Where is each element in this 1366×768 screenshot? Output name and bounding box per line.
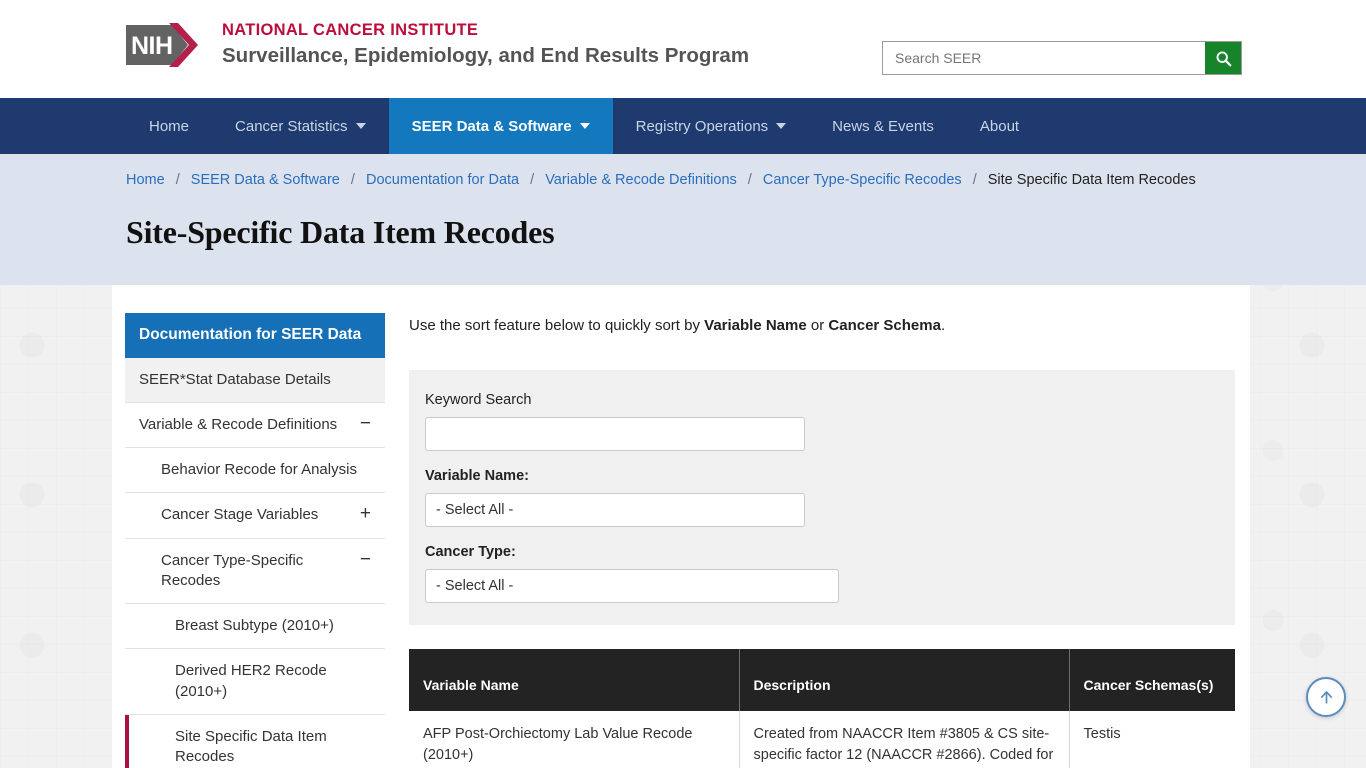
svg-text:NIH: NIH [131,32,173,60]
breadcrumb-item-variable-recode-definitions[interactable]: Variable & Recode Definitions [545,172,737,188]
nav-label: Registry Operations [635,117,769,135]
cancer-type-selected-value: - Select All - [436,577,514,594]
chevron-down-icon [355,123,366,129]
nav-item-home[interactable]: Home [126,98,212,154]
sidebar-item-label: Site Specific Data Item Recodes [175,727,327,766]
recodes-table: Variable Name Description Cancer Schemas… [409,648,1235,768]
table-row: AFP Post-Orchiectomy Lab Value Recode (2… [409,710,1235,768]
breadcrumb-item-documentation-for-data[interactable]: Documentation for Data [366,172,519,188]
chevron-down-icon [776,123,787,129]
sidebar-item-seerstat-database-details[interactable]: SEER*Stat Database Details [125,357,385,403]
documentation-sidebar: Documentation for SEER Data SEER*Stat Da… [125,313,385,768]
org-name: NATIONAL CANCER INSTITUTE [222,21,479,40]
filter-spacer [425,451,1219,468]
site-masthead: NIH NATIONAL CANCER INSTITUTE Surveillan… [0,0,1366,98]
filter-spacer [425,527,1219,544]
breadcrumb-item-cancer-type-specific-recodes[interactable]: Cancer Type-Specific Recodes [763,172,962,188]
filter-panel: Keyword Search Variable Name: - Select A… [409,369,1235,625]
sidebar-item-behavior-recode-for-analysis[interactable]: Behavior Recode for Analysis [125,448,385,494]
sidebar-item-label: Cancer Type-Specific Recodes [161,551,304,589]
arrow-up-icon [1320,690,1332,703]
keyword-search-input[interactable] [425,416,805,451]
page-title: Site-Specific Data Item Recodes [126,214,555,250]
sidebar-item-variable-recode-definitions[interactable]: Variable & Recode Definitions − [125,403,385,449]
intro-pre: Use the sort feature below to quickly so… [409,317,705,334]
nav-item-news-events[interactable]: News & Events [809,98,957,154]
sidebar-item-site-specific-data-item-recodes[interactable]: Site Specific Data Item Recodes [125,714,385,768]
site-search[interactable] [882,41,1242,75]
breadcrumb-item-seer-data-software[interactable]: SEER Data & Software [191,172,340,188]
column-header-description[interactable]: Description [739,648,1070,711]
intro-bold-variable-name: Variable Name [704,317,807,334]
breadcrumb-separator: / [530,172,535,188]
main-navigation[interactable]: Home Cancer Statistics SEER Data & Softw… [0,98,1366,154]
table-header: Variable Name Description Cancer Schemas… [409,648,1235,711]
sidebar-item-label: SEER*Stat Database Details [139,370,331,388]
sidebar-heading: Documentation for SEER Data [125,313,385,358]
sidebar-item-cancer-type-specific-recodes[interactable]: Cancer Type-Specific Recodes − [125,539,385,605]
nav-item-registry-operations[interactable]: Registry Operations [613,98,810,154]
sidebar-item-label: Derived HER2 Recode (2010+) [175,662,327,700]
sidebar-item-breast-subtype[interactable]: Breast Subtype (2010+) [125,604,385,650]
search-button[interactable] [1205,42,1241,74]
expand-toggle-icon[interactable]: + [360,504,371,523]
collapse-toggle-icon[interactable]: − [360,550,371,569]
content-card: Documentation for SEER Data SEER*Stat Da… [112,285,1250,768]
cell-cancer-schemas: Testis [1069,710,1235,768]
cell-variable-name: AFP Post-Orchiectomy Lab Value Recode (2… [409,710,740,768]
nav-label: Home [149,117,190,135]
nav-label: About [979,117,1020,135]
variable-name-selected-value: - Select All - [436,501,514,518]
cancer-type-label: Cancer Type: [425,543,516,560]
sidebar-item-label: Cancer Stage Variables [161,506,319,524]
sidebar-item-derived-her2-recode[interactable]: Derived HER2 Recode (2010+) [125,649,385,715]
sidebar-item-cancer-stage-variables[interactable]: Cancer Stage Variables + [125,493,385,539]
cancer-type-select[interactable]: - Select All - [425,568,839,603]
sidebar-item-label: Behavior Recode for Analysis [161,461,357,479]
program-name: Surveillance, Epidemiology, and End Resu… [222,43,750,67]
nav-label: SEER Data & Software [411,117,572,135]
table-header-row: Variable Name Description Cancer Schemas… [409,648,1235,711]
intro-bold-cancer-schema: Cancer Schema [828,317,941,334]
breadcrumb-item-current: Site Specific Data Item Recodes [987,172,1196,188]
site-logo[interactable]: NIH NATIONAL CANCER INSTITUTE Surveillan… [126,17,749,73]
cell-description: Created from NAACCR Item #3805 & CS site… [739,710,1070,768]
intro-post: . [940,317,946,334]
breadcrumb-separator: / [350,172,355,188]
breadcrumb-separator: / [747,172,752,188]
main-content: Use the sort feature below to quickly so… [385,313,1262,768]
band-spacer [0,251,1366,285]
chevron-down-icon [579,123,590,129]
sidebar-item-label: Breast Subtype (2010+) [175,617,334,635]
collapse-toggle-icon[interactable]: − [360,414,371,433]
search-input[interactable] [883,42,1205,74]
column-header-variable-name[interactable]: Variable Name [409,648,740,711]
breadcrumb-separator: / [175,172,180,188]
search-icon [1216,51,1231,66]
breadcrumb-separator: / [972,172,977,188]
breadcrumb: Home / SEER Data & Software / Documentat… [0,170,1366,190]
nav-item-about[interactable]: About [957,98,1042,154]
variable-name-select[interactable]: - Select All - [425,492,805,527]
keyword-search-label: Keyword Search [425,391,532,408]
back-to-top-button[interactable] [1306,677,1346,717]
nav-label: Cancer Statistics [235,117,348,135]
variable-name-label: Variable Name: [425,467,529,484]
column-header-cancer-schemas[interactable]: Cancer Schemas(s) [1069,648,1235,711]
breadcrumb-item-home[interactable]: Home [126,172,165,188]
intro-text: Use the sort feature below to quickly so… [409,315,1235,338]
table-body: AFP Post-Orchiectomy Lab Value Recode (2… [409,710,1235,768]
sidebar-item-label: Variable & Recode Definitions [139,415,338,433]
page-header-band: Home / SEER Data & Software / Documentat… [0,154,1366,285]
nav-item-cancer-statistics[interactable]: Cancer Statistics [212,98,389,154]
nav-item-seer-data-software[interactable]: SEER Data & Software [388,98,613,154]
nih-logo-icon: NIH [126,23,198,67]
intro-mid: or [806,317,829,334]
nav-label: News & Events [832,117,934,135]
